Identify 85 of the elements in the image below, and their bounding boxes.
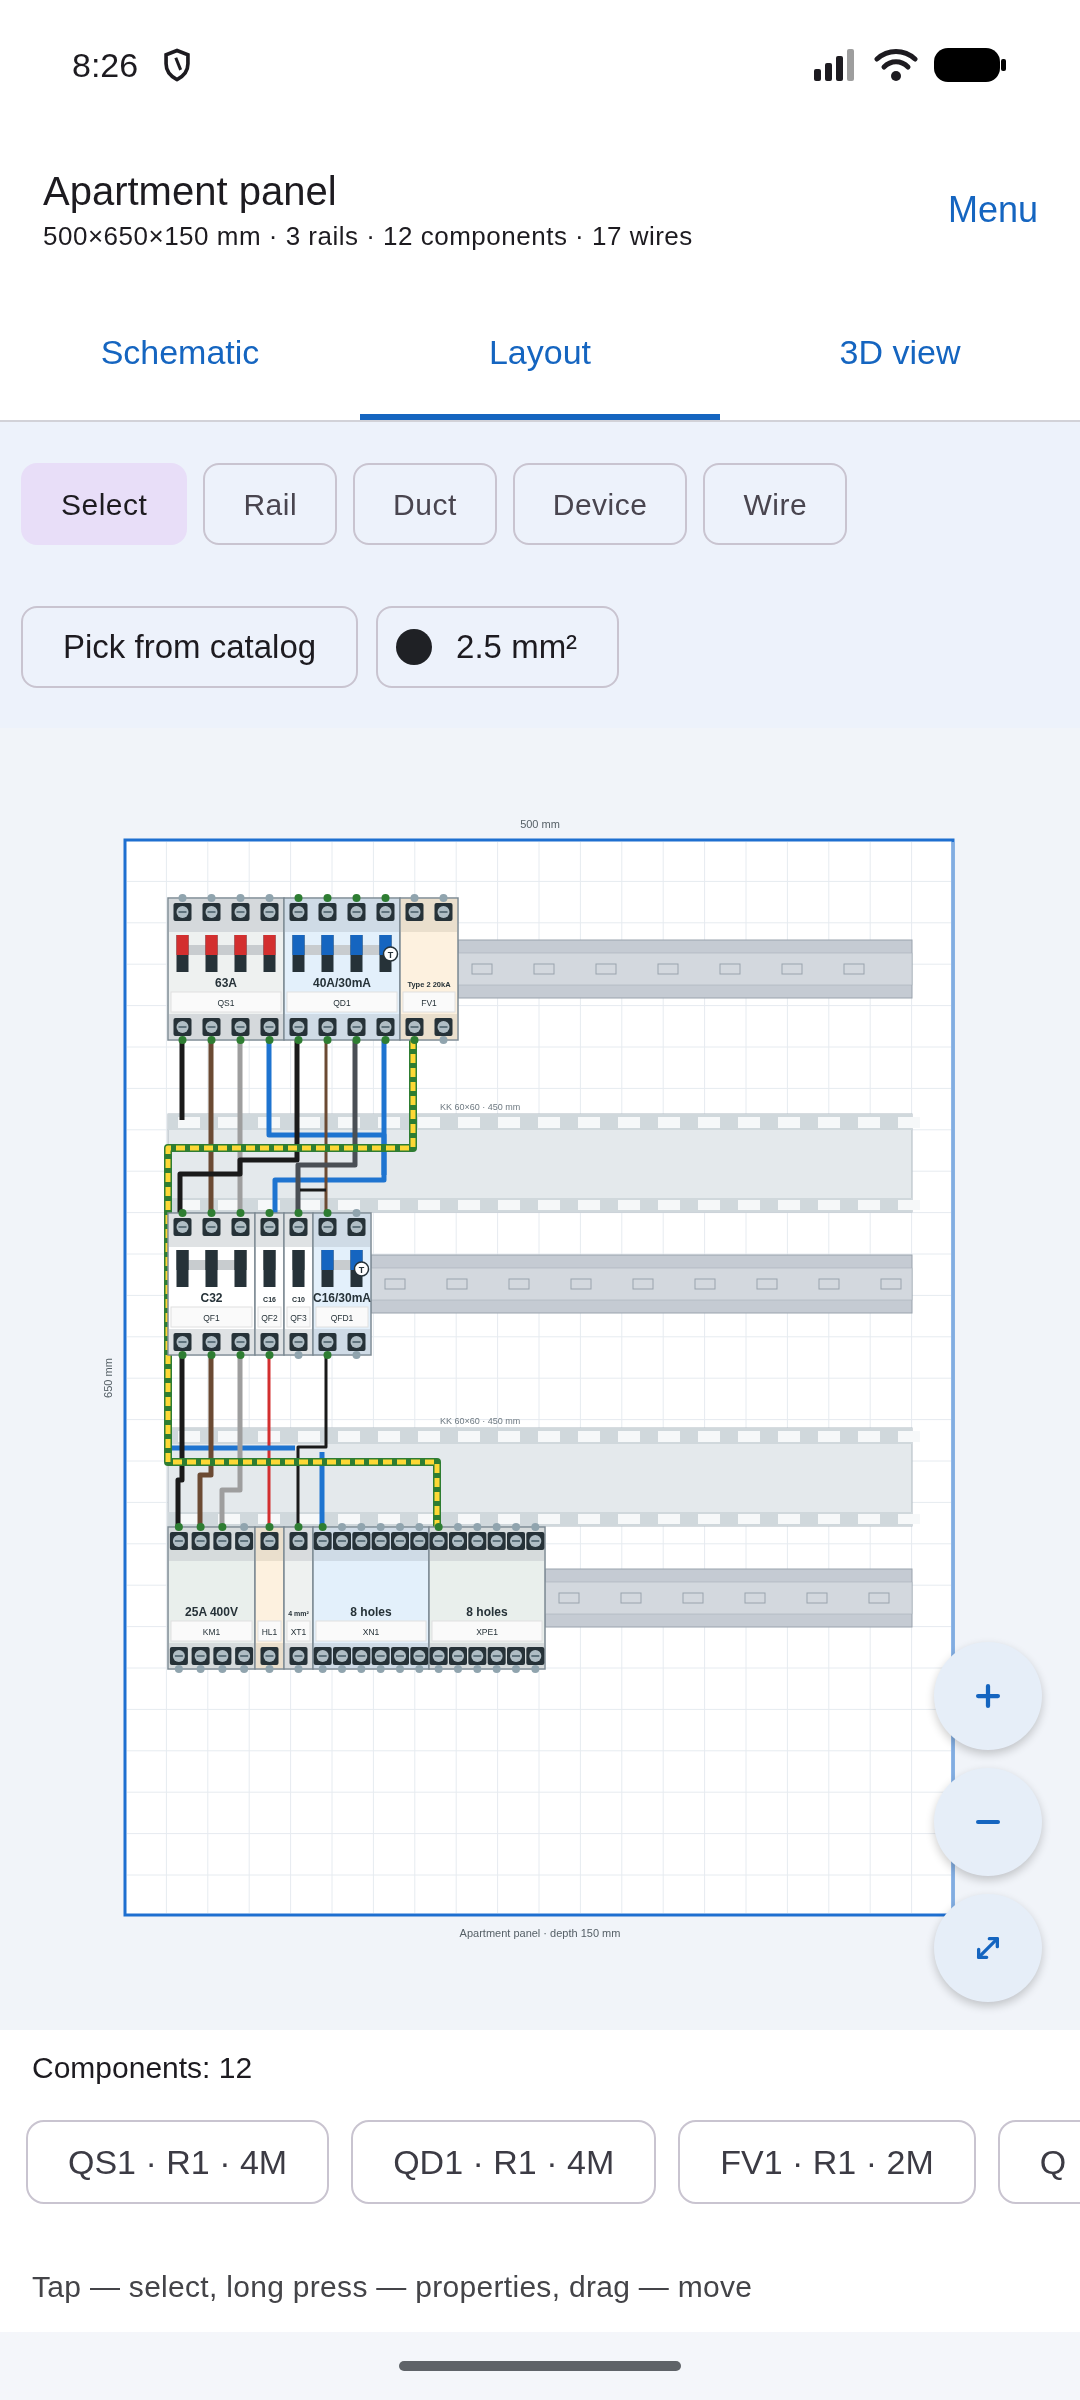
- terminal-screw-icon: [391, 1532, 409, 1550]
- panel-summary: 500×650×150 mm · 3 rails · 12 components · 17 wires: [43, 220, 693, 253]
- catalog-button[interactable]: Pick from catalog: [21, 606, 359, 688]
- terminal-screw-icon: [391, 1647, 409, 1665]
- duct-label: KK 60×60 · 450 mm: [440, 1416, 521, 1426]
- tool-chip[interactable]: Duct: [353, 463, 497, 545]
- status-time: 8:26: [72, 44, 139, 86]
- breaker-handle-icon[interactable]: [176, 935, 276, 972]
- component-chip[interactable]: Q: [997, 2120, 1080, 2204]
- terminal-screw-icon: [352, 1647, 371, 1665]
- menu-button[interactable]: Menu: [943, 183, 1042, 237]
- terminal-screw-icon: [526, 1532, 545, 1550]
- component-chip[interactable]: QS1 · R1 · 4M: [26, 2120, 330, 2204]
- cable-duct[interactable]: [167, 1427, 920, 1527]
- device-label: QFD1: [330, 1312, 354, 1323]
- gesture-hint: Tap — select, long press — properties, drag — move: [31, 2269, 754, 2305]
- device-rating: C16/30mA: [313, 1291, 371, 1305]
- height-dimension: 650 mm: [102, 1358, 114, 1398]
- device-rating: 63A: [215, 976, 237, 990]
- view-tab[interactable]: 3D view: [720, 290, 1080, 420]
- terminal-screw-icon: [507, 1532, 525, 1550]
- view-tab[interactable]: Schematic: [0, 290, 360, 420]
- device-label: XPE1: [476, 1626, 498, 1637]
- terminal-screw-icon: [449, 1532, 467, 1550]
- breaker-handle-icon[interactable]: [292, 935, 392, 972]
- terminal-screw-icon: [235, 1647, 254, 1665]
- label-plate: [257, 1620, 282, 1642]
- device-label: XT1: [290, 1626, 307, 1637]
- terminal-screw-icon: [410, 1647, 429, 1665]
- device-rating: C32: [200, 1291, 223, 1305]
- duct-label: KK 60×60 · 450 mm: [440, 1102, 521, 1112]
- device-rating: 8 holes: [466, 1605, 508, 1619]
- device-label: HL1: [261, 1626, 278, 1637]
- wire[interactable]: [177, 1040, 300, 1213]
- terminal-screw-icon: [468, 1647, 487, 1665]
- device-label: QF3: [290, 1312, 307, 1323]
- terminal-screw-icon: [468, 1532, 487, 1550]
- panel-title: Apartment panel: [43, 168, 338, 215]
- label-plate: [402, 991, 456, 1013]
- label-plate: [286, 1306, 311, 1328]
- wifi-icon: [874, 48, 918, 82]
- label-plate: [286, 1620, 311, 1642]
- wire-size-chip[interactable]: 2.5 mm²: [376, 606, 620, 688]
- terminal-screw-icon: [526, 1647, 545, 1665]
- test-button-label: T: [358, 1264, 365, 1275]
- device-label: QF2: [261, 1312, 278, 1323]
- terminal-screw-icon: [449, 1647, 467, 1665]
- device-label: XN1: [362, 1626, 380, 1637]
- minus-icon: [976, 1820, 1000, 1824]
- terminal-screw-icon: [352, 1532, 371, 1550]
- device-label: QD1: [333, 997, 351, 1008]
- terminal-screw-icon: [213, 1647, 232, 1665]
- terminal-screw-icon: [410, 1532, 429, 1550]
- components-count: Components: 12: [31, 2050, 254, 2086]
- component-chip[interactable]: FV1 · R1 · 2M: [678, 2120, 976, 2204]
- test-button-icon[interactable]: [353, 1261, 370, 1277]
- component-chip[interactable]: QD1 · R1 · 4M: [351, 2120, 657, 2204]
- panel-caption: Apartment panel · depth 150 mm: [459, 1927, 621, 1939]
- test-button-label: T: [387, 949, 394, 960]
- terminal-screw-icon: [235, 1532, 254, 1550]
- width-dimension: 500 mm: [520, 818, 560, 830]
- test-button-icon[interactable]: [382, 946, 399, 962]
- tool-chip[interactable]: Wire: [703, 463, 848, 545]
- terminal-screw-icon: [333, 1647, 351, 1665]
- device-rating: 8 holes: [350, 1605, 392, 1619]
- device-label: FV1: [421, 997, 437, 1008]
- device-rating: 25A 400V: [185, 1605, 238, 1619]
- breaker-handle-icon[interactable]: [176, 1250, 247, 1287]
- terminal-screw-icon: [507, 1647, 525, 1665]
- terminal-screw-icon: [333, 1532, 351, 1550]
- battery-icon: [934, 48, 1006, 82]
- tool-chip[interactable]: Device: [512, 463, 688, 545]
- earth-wire[interactable]: [164, 1040, 441, 1527]
- label-plate: [315, 1306, 369, 1328]
- terminal-screw-icon: [213, 1532, 232, 1550]
- device-label: KM1: [202, 1626, 221, 1637]
- device-rating: 40A/30mA: [313, 976, 371, 990]
- tool-chip[interactable]: Select: [21, 463, 188, 545]
- breaker-handle-icon[interactable]: [321, 1250, 363, 1287]
- tool-chip[interactable]: Rail: [203, 463, 338, 545]
- cable-duct[interactable]: [167, 1113, 920, 1213]
- device-label: QS1: [217, 997, 235, 1008]
- device-label: QF1: [203, 1312, 220, 1323]
- label-plate: [257, 1306, 282, 1328]
- shield-icon: [162, 48, 193, 82]
